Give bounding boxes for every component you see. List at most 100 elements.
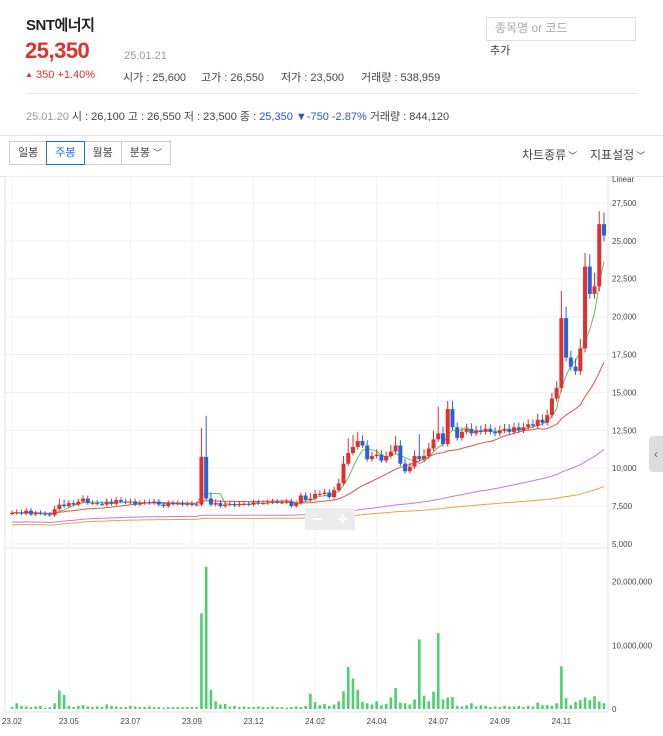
volume-bar: [550, 705, 554, 709]
candle-body: [185, 503, 190, 505]
volume-bar: [555, 703, 558, 709]
volume-bar: [195, 707, 199, 709]
x-tick-label: 23.02: [2, 717, 23, 726]
volume-tick-label: 10,000,000: [612, 641, 653, 650]
volume-bar: [176, 707, 180, 709]
volume-bar: [470, 703, 473, 709]
volume-bar: [185, 707, 189, 709]
x-tick-label: 24.04: [367, 717, 388, 726]
candle-body: [559, 318, 564, 388]
volume-bar: [62, 694, 66, 709]
candle-body: [152, 501, 157, 504]
candle-body: [365, 445, 370, 460]
candle-body: [422, 456, 427, 460]
volume-bar: [451, 696, 454, 709]
candle-body: [431, 439, 436, 449]
volume-bar: [593, 696, 596, 709]
prev-open: 시 : 26,100: [71, 111, 125, 123]
candle-body: [261, 503, 266, 505]
candle-body: [270, 501, 275, 503]
candle-body: [175, 503, 180, 505]
candle-body: [43, 513, 48, 515]
candle-body: [256, 502, 261, 504]
volume-bar: [318, 705, 322, 709]
price-panel: [4, 176, 609, 549]
candle-body: [474, 430, 479, 434]
volume-tick-label: 0: [612, 705, 617, 714]
candle-body: [204, 456, 209, 499]
candle-body: [147, 502, 152, 504]
x-axis: 23.02 23.05 23.07 23.09 23.12 24.02 24.04 24.07…: [2, 717, 572, 726]
volume-bar: [105, 704, 109, 709]
volume-bar: [503, 705, 506, 709]
zoom-out-button[interactable]: −: [305, 508, 330, 530]
volume-bar: [152, 707, 156, 709]
indicator-settings-label: 지표설정: [590, 148, 635, 162]
y-tick-label: 22,500: [612, 275, 637, 284]
volume-bar: [403, 703, 407, 709]
candle-body: [578, 348, 583, 372]
candle-body: [308, 498, 313, 501]
change-value: 350 +1.40%: [35, 69, 96, 81]
candle-body: [455, 427, 460, 438]
volume-bar: [181, 707, 184, 709]
search-input[interactable]: [487, 18, 627, 38]
volume-bar: [290, 707, 293, 709]
volume-bar: [39, 705, 42, 709]
candle-body: [407, 466, 412, 472]
indicator-settings-dropdown[interactable]: 지표설정 ﹀: [590, 146, 645, 163]
period-buttons: 일봉 주봉 월봉 분봉 ﹀: [9, 141, 172, 165]
prev-close: 25,350: [259, 111, 293, 123]
candle-body: [332, 490, 337, 498]
chart-type-label: 차트종류: [522, 148, 567, 162]
prev-low: 저 : 23,500: [183, 111, 237, 123]
x-tick-label: 23.09: [182, 717, 203, 726]
volume-bar: [564, 698, 568, 709]
volume-bar: [332, 704, 336, 709]
candle-body: [66, 503, 71, 507]
candle-body: [10, 512, 14, 514]
prev-volume: 거래량 : 844,120: [369, 111, 450, 123]
search-box: [486, 17, 636, 41]
candle-body: [327, 492, 332, 498]
volume-bar: [242, 706, 246, 709]
chevron-left-icon: ‹: [654, 447, 658, 461]
candle-body: [81, 498, 86, 502]
candle-body: [76, 501, 81, 505]
candle-body: [592, 286, 597, 294]
side-panel-toggle[interactable]: ‹: [649, 436, 663, 472]
volume-bar: [574, 701, 577, 709]
stock-chart[interactable]: Linear 5,000 7,500 10,000 12,500 15,000 17,50…: [0, 176, 663, 736]
period-weekly-button[interactable]: 주봉: [46, 141, 85, 165]
candle-body: [488, 428, 493, 432]
volume-tick-label: 20,000,000: [612, 578, 653, 587]
zoom-in-button[interactable]: +: [330, 508, 355, 530]
period-daily-button[interactable]: 일봉: [9, 141, 48, 165]
volume-bar: [328, 705, 331, 709]
volume-bar: [261, 707, 265, 709]
volume-bar: [24, 706, 28, 709]
period-minute-button[interactable]: 분봉 ﹀: [120, 141, 172, 165]
candle-body: [118, 500, 123, 502]
candle-body: [573, 366, 578, 372]
volume-bar: [299, 707, 303, 709]
candle-body: [549, 398, 554, 416]
volume-bar: [86, 706, 90, 709]
add-button[interactable]: 추가: [490, 42, 510, 58]
period-monthly-button[interactable]: 월봉: [83, 141, 122, 165]
candle-body: [436, 433, 441, 440]
prev-change: ▼-750 -2.87%: [295, 111, 367, 123]
chart-type-dropdown[interactable]: 차트종류 ﹀: [522, 146, 577, 163]
volume-bar: [323, 703, 326, 709]
volume-bar: [81, 705, 85, 709]
candle-body: [469, 428, 474, 434]
candle-body: [90, 503, 95, 505]
candle-body: [114, 500, 119, 504]
volume-bar: [479, 705, 483, 709]
x-tick-label: 24.09: [490, 717, 511, 726]
candle-body: [417, 456, 422, 460]
volume-bar: [384, 703, 388, 709]
candle-body: [133, 501, 138, 505]
candle-body: [294, 503, 299, 507]
volume-bar: [209, 689, 213, 709]
